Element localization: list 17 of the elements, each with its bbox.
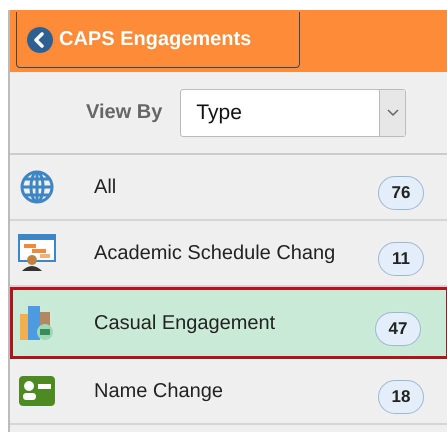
count-badge: 11 (378, 242, 424, 276)
engagement-type-row[interactable]: Casual Engagement 47 (10, 287, 447, 359)
view-by-dropdown[interactable]: Type (180, 88, 406, 136)
id-card-icon (19, 376, 55, 406)
count-badge: 18 (378, 380, 424, 414)
globe-icon (19, 169, 55, 205)
buildings-icon (18, 304, 56, 342)
view-by-label: View By (86, 101, 162, 124)
type-label: Casual Engagement (94, 312, 276, 334)
back-icon (27, 26, 53, 52)
type-label: Name Change (94, 380, 224, 402)
count-badge: 76 (378, 176, 424, 210)
schedule-icon (18, 234, 56, 272)
chevron-down-icon (386, 108, 399, 116)
type-label: All (94, 176, 118, 198)
type-label: Academic Schedule Chang (94, 242, 336, 264)
count-badge: 47 (375, 312, 421, 346)
